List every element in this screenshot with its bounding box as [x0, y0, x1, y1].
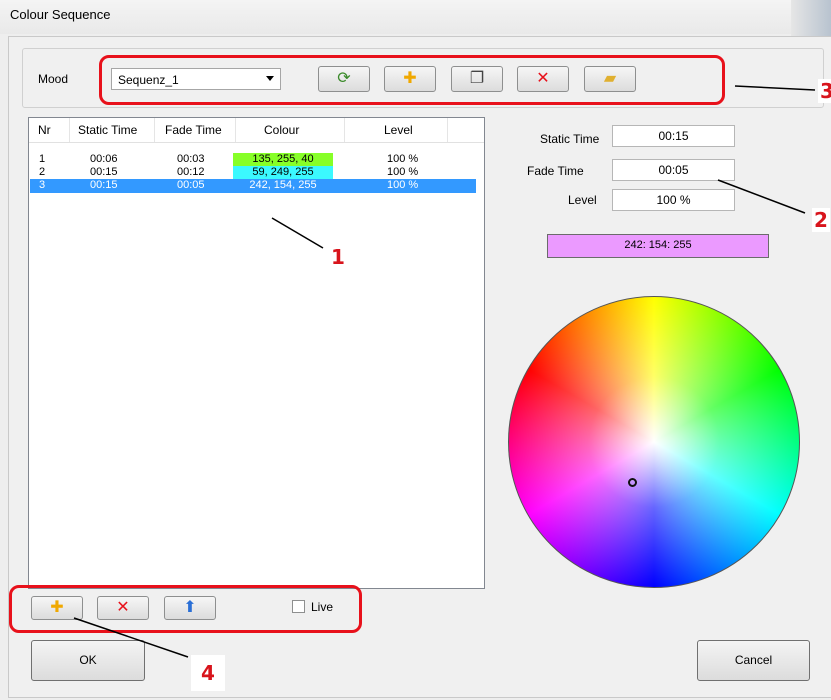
row-static-time: 00:15: [90, 179, 118, 191]
row-colour-swatch: 242, 154, 255: [233, 179, 333, 193]
column-divider: [447, 118, 448, 142]
copy-icon: ❐: [469, 70, 485, 87]
add-mood-button[interactable]: ✚: [384, 66, 436, 92]
column-header-colour[interactable]: Colour: [264, 123, 299, 137]
level-label: Level: [568, 193, 597, 207]
fade-time-field[interactable]: 00:05: [612, 159, 735, 181]
column-header-level[interactable]: Level: [384, 123, 413, 137]
add-step-button[interactable]: ✚: [31, 596, 83, 620]
row-fade-time: 00:03: [177, 153, 205, 165]
plus-icon: ✚: [403, 70, 417, 87]
row-colour-swatch: 59, 249, 255: [233, 166, 333, 180]
row-level: 100 %: [387, 166, 419, 178]
row-nr: 1: [39, 153, 46, 165]
callout-4: 4: [191, 655, 225, 691]
fade-time-label: Fade Time: [527, 164, 584, 178]
table-row[interactable]: 1 00:06 00:03 100 % 135, 255, 40: [30, 153, 476, 167]
list-header: Nr Static Time Fade Time Colour Level: [29, 118, 484, 143]
mood-label: Mood: [38, 72, 69, 86]
column-divider: [235, 118, 236, 142]
open-folder-button[interactable]: ▰: [584, 66, 636, 92]
folder-open-icon: ▰: [603, 70, 617, 87]
live-checkbox[interactable]: [292, 600, 305, 613]
column-header-nr[interactable]: Nr: [38, 123, 51, 137]
row-static-time: 00:15: [90, 166, 118, 178]
delete-mood-button[interactable]: ✕: [517, 66, 569, 92]
ok-button[interactable]: OK: [31, 640, 145, 681]
column-divider: [344, 118, 345, 142]
row-fade-time: 00:12: [177, 166, 205, 178]
refresh-colours-button[interactable]: ⟳: [318, 66, 370, 92]
column-divider: [154, 118, 155, 142]
callout-1: 1: [331, 245, 345, 269]
row-colour-swatch: 135, 255, 40: [233, 153, 333, 167]
chevron-down-icon: [266, 76, 274, 81]
row-static-time: 00:06: [90, 153, 118, 165]
static-time-field[interactable]: 00:15: [612, 125, 735, 147]
copy-mood-button[interactable]: ❐: [451, 66, 503, 92]
callout-2: 2: [812, 208, 830, 232]
delete-step-button[interactable]: ✕: [97, 596, 149, 620]
colour-wheel[interactable]: [508, 296, 800, 588]
title-bar: Colour Sequence: [0, 0, 831, 48]
colour-sequence-window: Colour Sequence Mood Sequenz_1 ⟳ ✚ ❐ ✕ ▰ Nr …: [0, 0, 831, 700]
arrow-up-icon: ⬆: [183, 599, 197, 616]
current-colour-bar: 242: 154: 255: [547, 234, 769, 258]
delete-x-icon: ✕: [536, 70, 550, 87]
row-nr: 2: [39, 166, 46, 178]
callout-3: 3: [818, 79, 831, 103]
row-level: 100 %: [387, 153, 419, 165]
row-nr: 3: [39, 179, 46, 191]
column-header-fade-time[interactable]: Fade Time: [165, 123, 222, 137]
colour-picker-marker[interactable]: [628, 478, 637, 487]
move-step-up-button[interactable]: ⬆: [164, 596, 216, 620]
delete-x-icon: ✕: [116, 599, 130, 616]
row-level: 100 %: [387, 179, 419, 191]
cancel-button[interactable]: Cancel: [697, 640, 810, 681]
table-row[interactable]: 3 00:15 00:05 100 % 242, 154, 255: [30, 179, 476, 193]
column-divider: [69, 118, 70, 142]
row-fade-time: 00:05: [177, 179, 205, 191]
level-field[interactable]: 100 %: [612, 189, 735, 211]
colour-refresh-icon: ⟳: [337, 70, 351, 87]
live-label: Live: [311, 600, 334, 614]
mood-select-value: Sequenz_1: [118, 73, 179, 87]
column-header-static-time[interactable]: Static Time: [78, 123, 137, 137]
window-title: Colour Sequence: [10, 7, 111, 22]
plus-icon: ✚: [50, 599, 64, 616]
static-time-label: Static Time: [540, 132, 600, 146]
sequence-list[interactable]: Nr Static Time Fade Time Colour Level 10…: [28, 117, 485, 589]
table-row[interactable]: 2 00:15 00:12 100 % 59, 249, 255: [30, 166, 476, 180]
mood-select[interactable]: Sequenz_1: [111, 68, 281, 90]
